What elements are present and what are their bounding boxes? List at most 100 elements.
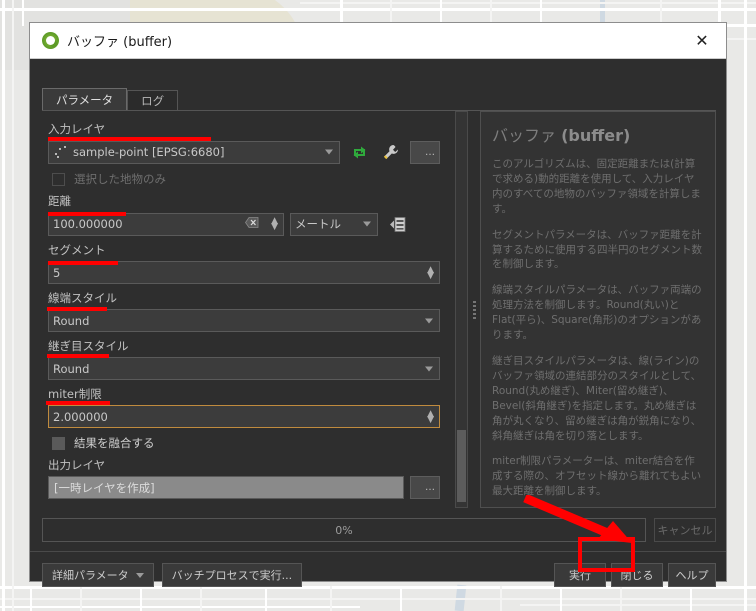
- map-road: [80, 586, 82, 611]
- help-button[interactable]: ヘルプ: [668, 563, 716, 587]
- map-road: [22, 0, 24, 26]
- annotation-underline-join-style: [47, 354, 109, 358]
- miter-limit-stepper[interactable]: ▲ ▼: [427, 409, 434, 424]
- map-road: [560, 586, 562, 611]
- help-panel: バッファ (buffer) このアルゴリズムは、固定距離または(計算で求める)動…: [480, 111, 716, 508]
- map-road: [200, 586, 202, 611]
- map-road: [12, 0, 14, 611]
- advanced-parameters-button[interactable]: 詳細パラメータ: [42, 563, 154, 587]
- end-cap-style-combo[interactable]: Round: [48, 309, 440, 332]
- miter-limit-value: 2.000000: [53, 409, 108, 424]
- distance-unit-value: メートル: [295, 217, 341, 231]
- map-road: [30, 586, 32, 611]
- distance-unit-combo[interactable]: メートル: [290, 212, 378, 236]
- miter-limit-input[interactable]: 2.000000 ▲ ▼: [48, 405, 440, 428]
- output-layer-value: [一時レイヤを作成]: [54, 480, 155, 495]
- input-layer-combo[interactable]: sample-point [EPSG:6680]: [48, 140, 340, 164]
- map-road: [0, 598, 756, 600]
- refresh-iterate-icon[interactable]: [346, 140, 372, 164]
- join-style-value: Round: [53, 361, 90, 376]
- distance-value: 100.000000: [53, 217, 123, 231]
- map-road: [300, 2, 756, 4]
- chevron-down-icon: [363, 221, 371, 227]
- clear-x-icon[interactable]: [245, 217, 259, 231]
- join-style-label: 継ぎ目スタイル: [48, 339, 129, 353]
- output-layer-browse-button[interactable]: …: [410, 476, 440, 499]
- map-road: [0, 606, 360, 608]
- wrench-icon[interactable]: [378, 140, 404, 164]
- scrollbar-thumb[interactable]: [457, 430, 466, 502]
- help-paragraph: miter制限パラメーターは、miter結合を作成する際の、オフセット線から離れ…: [492, 455, 702, 498]
- map-road: [400, 586, 402, 611]
- annotation-underline-distance: [48, 212, 126, 216]
- tab-parameters[interactable]: パラメータ: [42, 88, 128, 111]
- segments-value: 5: [53, 265, 61, 280]
- map-road: [520, 604, 756, 606]
- output-layer-input[interactable]: [一時レイヤを作成]: [48, 476, 404, 499]
- selected-only-checkbox: [52, 172, 65, 186]
- buffer-dialog: バッファ (buffer) ✕ パラメータ ログ 入力レイヤ sample-po…: [29, 22, 727, 587]
- data-defined-override-icon[interactable]: [384, 212, 408, 236]
- help-paragraph: 継ぎ目スタイルパラメータは、線(ライン)のバッファ領域の連結部分のスタイルとして…: [492, 354, 702, 442]
- panel-splitter[interactable]: [471, 111, 478, 508]
- end-cap-style-label: 線端スタイル: [48, 291, 117, 305]
- help-title: バッファ (buffer): [492, 126, 631, 145]
- dialog-titlebar: バッファ (buffer) ✕: [30, 23, 726, 59]
- input-layer-label: 入力レイヤ: [48, 122, 106, 136]
- annotation-underline-input-layer: [48, 137, 211, 141]
- dialog-title: バッファ (buffer): [67, 35, 173, 50]
- map-road: [265, 586, 267, 611]
- output-layer-label: 出力レイヤ: [48, 458, 106, 472]
- help-paragraph: このアルゴリズムは、固定距離または(計算で求める)動的距離を使用して、入力レイヤ…: [492, 158, 701, 215]
- map-road: [500, 586, 502, 611]
- dissolve-row: 結果を融合する: [52, 435, 440, 451]
- parameters-content: 入力レイヤ sample-point [EPSG:6680] … 選択した地物の…: [48, 115, 440, 508]
- chevron-down-icon: [325, 149, 333, 155]
- selected-only-label: 選択した地物のみ: [74, 172, 166, 186]
- input-layer-browse-button[interactable]: …: [410, 140, 440, 164]
- map-road: [0, 8, 756, 11]
- dissolve-label: 結果を融合する: [74, 436, 155, 450]
- chevron-down-icon: [135, 572, 144, 578]
- help-paragraph: セグメントパラメータは、バッファ距離を計算するために使用する四半円のセグメント数…: [492, 228, 702, 271]
- progress-row: 0% キャンセル: [42, 517, 716, 543]
- splitter-grip-icon: [473, 301, 476, 321]
- progress-bar: 0%: [42, 518, 646, 542]
- segments-stepper[interactable]: ▲ ▼: [427, 265, 434, 280]
- map-road: [2, 0, 5, 611]
- map-road: [744, 0, 747, 611]
- chevron-down-icon: [425, 318, 433, 323]
- distance-label: 距離: [48, 194, 71, 208]
- parameters-scrollbar[interactable]: [455, 111, 468, 508]
- distance-stepper[interactable]: ▲ ▼: [271, 217, 278, 232]
- tab-log[interactable]: ログ: [127, 90, 179, 111]
- join-style-combo[interactable]: Round: [48, 357, 440, 380]
- close-icon[interactable]: ✕: [682, 25, 722, 57]
- run-button[interactable]: 実行: [554, 563, 606, 587]
- annotation-underline-miter-limit: [46, 401, 110, 405]
- selected-only-row: 選択した地物のみ: [52, 171, 440, 187]
- annotation-underline-segments: [48, 261, 118, 265]
- dissolve-checkbox[interactable]: [52, 436, 65, 450]
- help-paragraph: 線端スタイルパラメータは、バッファ両端の処理方法を制御します。Round(丸い)…: [492, 284, 702, 342]
- annotation-underline-end-cap: [47, 307, 107, 311]
- footer-separator: [30, 551, 726, 552]
- input-layer-row: sample-point [EPSG:6680] …: [48, 140, 440, 164]
- segments-label: セグメント: [48, 243, 106, 257]
- map-road: [690, 586, 692, 611]
- map-road: [330, 586, 332, 611]
- miter-limit-label: miter制限: [48, 387, 102, 401]
- tab-bar: パラメータ ログ: [42, 88, 179, 111]
- point-layer-icon: [53, 144, 71, 160]
- output-layer-row: [一時レイヤを作成] …: [48, 476, 440, 499]
- batch-process-button[interactable]: バッチプロセスで実行...: [161, 563, 303, 587]
- end-cap-style-value: Round: [53, 313, 90, 328]
- footer-button-row: 詳細パラメータ バッチプロセスで実行... 実行 閉じる ヘルプ: [42, 562, 716, 588]
- qgis-logo-icon: [42, 32, 59, 49]
- map-road: [620, 586, 622, 611]
- map-road: [140, 586, 142, 611]
- cancel-button: キャンセル: [654, 518, 716, 542]
- input-layer-value: sample-point [EPSG:6680]: [73, 145, 225, 159]
- chevron-down-icon: [425, 366, 433, 371]
- close-button[interactable]: 閉じる: [611, 563, 663, 587]
